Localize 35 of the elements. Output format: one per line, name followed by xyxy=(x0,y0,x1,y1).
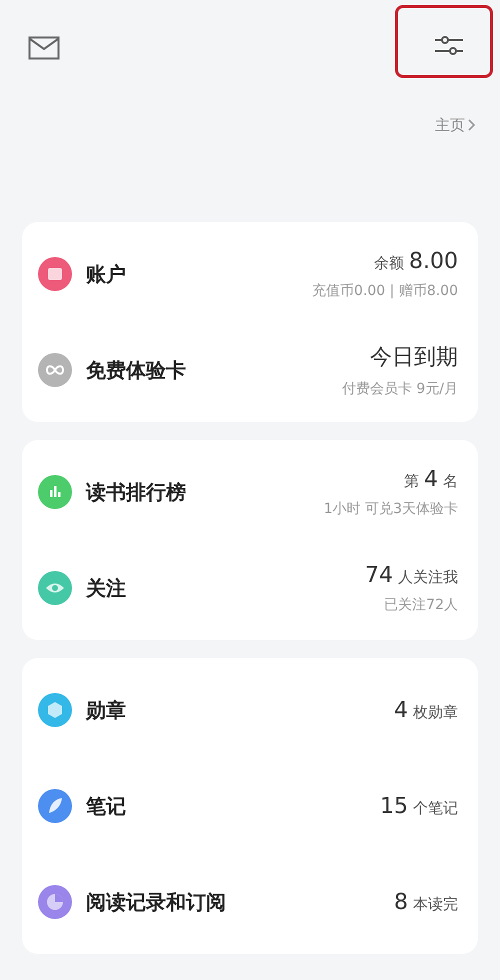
item-value: 4 xyxy=(424,466,438,492)
item-value: 15 xyxy=(380,794,408,818)
value-unit: 本读完 xyxy=(413,894,458,914)
item-note: 充值币0.00 | 赠币8.00 xyxy=(312,282,458,300)
item-label: 勋章 xyxy=(86,696,127,724)
settings-icon xyxy=(434,34,464,58)
item-value: 今日到期 xyxy=(370,344,458,372)
chevron-right-icon xyxy=(468,119,476,131)
item-label: 笔记 xyxy=(86,792,127,820)
item-note: 已关注72人 xyxy=(384,596,458,614)
value-prefix: 第 xyxy=(404,472,419,490)
item-label: 免费体验卡 xyxy=(86,356,187,384)
menu-item[interactable]: 读书排行榜 第 4 名 1小时 可兑3天体验卡 xyxy=(22,444,478,540)
item-value: 8.00 xyxy=(409,248,458,274)
value-unit: 个笔记 xyxy=(413,798,458,818)
item-note: 付费会员卡 9元/月 xyxy=(342,380,458,398)
item-note: 1小时 可兑3天体验卡 xyxy=(324,500,458,518)
menu-item[interactable]: 勋章 4 枚勋章 xyxy=(22,662,478,758)
item-value: 8 xyxy=(394,890,408,914)
menu-item[interactable]: 阅读记录和订阅 8 本读完 xyxy=(22,854,478,950)
item-label: 读书排行榜 xyxy=(86,478,187,506)
item-label: 账户 xyxy=(86,260,127,288)
value-unit: 人关注我 xyxy=(398,568,458,586)
value-unit: 枚勋章 xyxy=(413,702,458,722)
item-value: 4 xyxy=(394,698,408,722)
item-value: 74 xyxy=(365,562,393,588)
menu-item[interactable]: 账户 余额 8.00 充值币0.00 | 赠币8.00 xyxy=(22,226,478,322)
menu-item[interactable]: 关注 74 人关注我 已关注72人 xyxy=(22,540,478,636)
value-prefix: 余额 xyxy=(374,254,404,272)
item-label: 阅读记录和订阅 xyxy=(86,888,227,916)
value-unit: 名 xyxy=(443,472,458,490)
mail-icon xyxy=(28,36,60,60)
menu-item[interactable]: 笔记 15 个笔记 xyxy=(22,758,478,854)
item-label: 关注 xyxy=(86,574,127,602)
menu-item[interactable]: 免费体验卡 今日到期 付费会员卡 9元/月 xyxy=(22,322,478,418)
